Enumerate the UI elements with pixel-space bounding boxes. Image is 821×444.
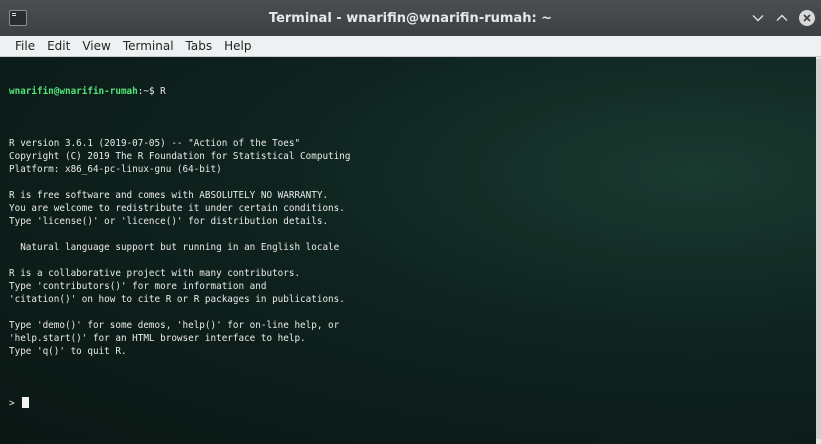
window-controls [751,10,815,26]
prompt-path: :~$ [137,86,161,97]
output-line: You are welcome to redistribute it under… [9,203,345,214]
terminal-window: Terminal - wnarifin@wnarifin-rumah: ~ Fi… [0,0,821,444]
output-line: R is free software and comes with ABSOLU… [9,190,329,201]
menu-help[interactable]: Help [218,39,257,53]
output-line: R version 3.6.1 (2019-07-05) -- "Action … [9,138,301,149]
shell-prompt-line: wnarifin@wnarifin-rumah:~$ R [9,85,350,98]
close-icon[interactable] [799,10,815,26]
output-line: 'citation()' on how to cite R or R packa… [9,294,345,305]
menu-edit[interactable]: Edit [41,39,76,53]
prompt-user-host: wnarifin@wnarifin-rumah [9,86,138,97]
maximize-chevron-up-icon[interactable] [775,11,789,25]
terminal-viewport[interactable]: wnarifin@wnarifin-rumah:~$ R R version 3… [0,57,821,444]
menu-tabs[interactable]: Tabs [180,39,219,53]
terminal-app-icon[interactable] [9,10,27,26]
minimize-chevron-down-icon[interactable] [751,11,765,25]
output-line: Type 'contributors()' for more informati… [9,281,267,292]
output-line: Copyright (C) 2019 The R Foundation for … [9,151,351,162]
window-title: Terminal - wnarifin@wnarifin-rumah: ~ [268,10,553,26]
r-startup-output: R version 3.6.1 (2019-07-05) -- "Action … [9,124,350,371]
output-line: Natural language support but running in … [9,242,340,253]
terminal-output: wnarifin@wnarifin-rumah:~$ R R version 3… [9,59,350,436]
output-line: 'help.start()' for an HTML browser inter… [9,333,306,344]
prompt-command: R [160,86,166,97]
menu-bar: File Edit View Terminal Tabs Help [0,36,821,57]
title-bar[interactable]: Terminal - wnarifin@wnarifin-rumah: ~ [0,0,821,36]
menu-terminal[interactable]: Terminal [117,39,180,53]
text-cursor [22,397,30,408]
output-line: Type 'demo()' for some demos, 'help()' f… [9,320,340,331]
r-prompt: > [9,398,21,409]
scrollbar[interactable] [816,57,821,444]
output-line: Platform: x86_64-pc-linux-gnu (64-bit) [9,164,222,175]
menu-view[interactable]: View [76,39,116,53]
menu-file[interactable]: File [9,39,41,53]
output-line: Type 'q()' to quit R. [9,346,127,357]
r-prompt-line[interactable]: > [9,397,350,410]
output-line: R is a collaborative project with many c… [9,268,301,279]
scrollbar-thumb[interactable] [816,59,821,439]
output-line: Type 'license()' or 'licence()' for dist… [9,216,329,227]
